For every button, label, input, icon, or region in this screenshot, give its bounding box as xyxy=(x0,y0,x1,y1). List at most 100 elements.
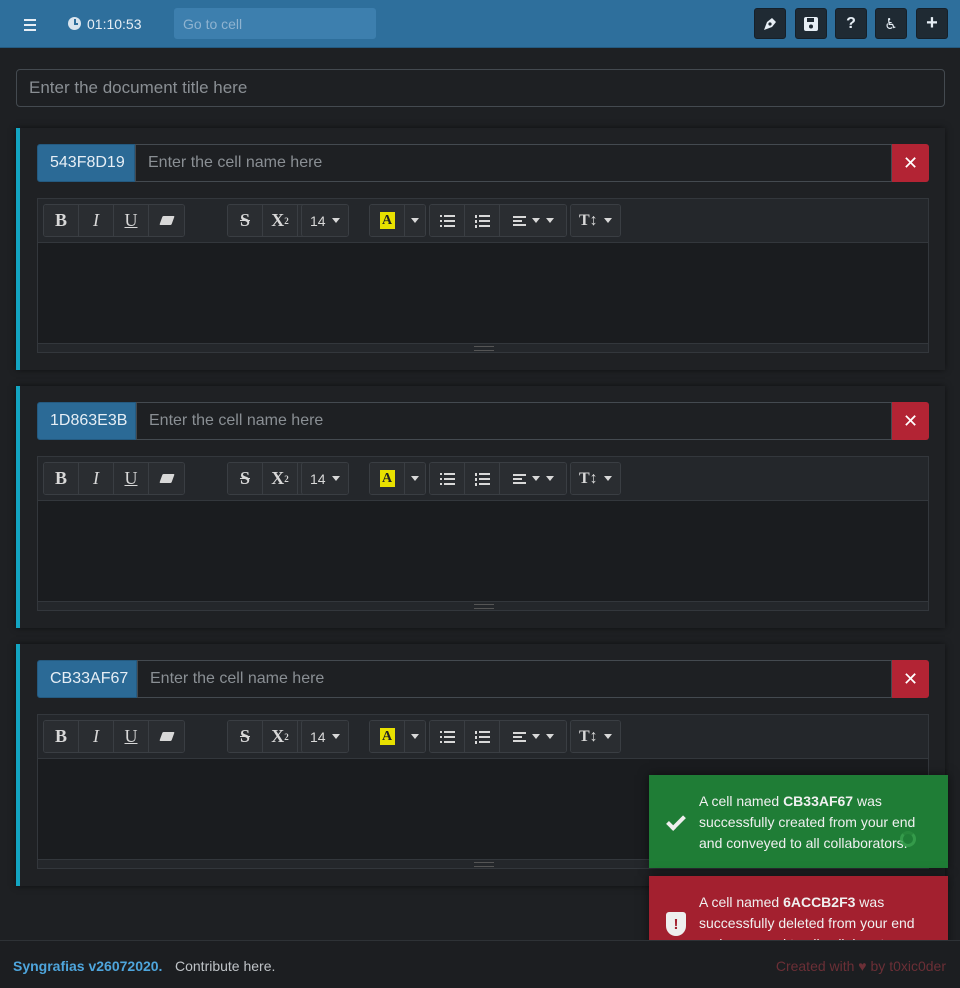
loading-spinner-icon xyxy=(900,831,916,847)
bullet-list-button[interactable] xyxy=(430,721,465,752)
pen-nib-icon xyxy=(764,17,776,30)
editor-toolbar: B I U S X2 X2 14 A xyxy=(38,715,928,759)
editor-toolbar: B I U S X2 X2 14 A xyxy=(38,457,928,501)
font-size-dropdown[interactable]: 14 xyxy=(301,462,349,495)
editor-resize-handle[interactable] xyxy=(38,601,928,610)
toast-cell-id: CB33AF67 xyxy=(783,793,854,809)
help-icon: ? xyxy=(846,14,856,32)
numbered-list-button[interactable] xyxy=(465,463,500,494)
line-height-select[interactable]: T↕ xyxy=(571,463,620,494)
align-dropdown[interactable] xyxy=(500,205,566,236)
add-cell-button[interactable]: + xyxy=(916,8,948,39)
cell-name-input[interactable] xyxy=(135,144,892,182)
strikethrough-button[interactable]: S xyxy=(228,721,263,752)
success-toast[interactable]: A cell named CB33AF67 was successfully c… xyxy=(649,775,948,868)
highlight-icon: A xyxy=(379,728,395,745)
bold-button[interactable]: B xyxy=(44,463,79,494)
list-group xyxy=(429,204,567,237)
bullet-list-button[interactable] xyxy=(430,463,465,494)
document-title-input[interactable] xyxy=(16,69,945,107)
caret-down-icon xyxy=(331,218,340,223)
hamburger-menu-icon[interactable] xyxy=(18,14,42,34)
superscript-button[interactable]: X2 xyxy=(263,205,298,236)
bullet-list-icon xyxy=(439,214,455,227)
clear-format-button[interactable] xyxy=(149,463,184,494)
superscript-button[interactable]: X2 xyxy=(263,721,298,752)
font-size-select[interactable]: 14 xyxy=(302,205,348,236)
font-size-dropdown[interactable]: 14 xyxy=(301,204,349,237)
align-left-icon xyxy=(512,473,526,484)
editor-content-area[interactable] xyxy=(38,243,928,343)
editor-resize-handle[interactable] xyxy=(38,343,928,352)
clear-format-button[interactable] xyxy=(149,721,184,752)
align-left-icon xyxy=(512,215,526,226)
brand-version-link[interactable]: Syngrafias v26072020. xyxy=(13,958,162,974)
delete-cell-button[interactable]: ✕ xyxy=(892,660,929,698)
cell-name-input[interactable] xyxy=(137,660,892,698)
line-height-dropdown[interactable]: T↕ xyxy=(570,720,621,753)
help-button[interactable]: ? xyxy=(835,8,867,39)
caret-down-icon xyxy=(603,476,612,481)
plus-icon: + xyxy=(926,12,938,34)
caret-down-icon xyxy=(531,218,540,223)
highlight-button[interactable]: A xyxy=(370,463,405,494)
underline-button[interactable]: U xyxy=(114,205,149,236)
numbered-list-button[interactable] xyxy=(465,205,500,236)
caret-down-icon xyxy=(411,734,419,739)
delete-cell-button[interactable]: ✕ xyxy=(892,402,929,440)
italic-button[interactable]: I xyxy=(79,205,114,236)
strikethrough-button[interactable]: S xyxy=(228,205,263,236)
italic-button[interactable]: I xyxy=(79,721,114,752)
color-group: A xyxy=(369,720,426,753)
bold-button[interactable]: B xyxy=(44,721,79,752)
format-group: B I U xyxy=(43,720,185,753)
italic-button[interactable]: I xyxy=(79,463,114,494)
color-group: A xyxy=(369,204,426,237)
strikethrough-button[interactable]: S xyxy=(228,463,263,494)
save-button[interactable] xyxy=(795,8,827,39)
numbered-list-button[interactable] xyxy=(465,721,500,752)
superscript-button[interactable]: X2 xyxy=(263,463,298,494)
cell-header: 543F8D19 ✕ xyxy=(37,144,929,182)
caret-down-icon xyxy=(545,734,554,739)
font-size-select[interactable]: 14 xyxy=(302,721,348,752)
delete-cell-button[interactable]: ✕ xyxy=(892,144,929,182)
caret-down-icon xyxy=(545,476,554,481)
bold-button[interactable]: B xyxy=(44,205,79,236)
cell-id-badge: 1D863E3B xyxy=(37,402,136,440)
cell-id-badge: CB33AF67 xyxy=(37,660,137,698)
eraser-icon xyxy=(158,216,175,225)
font-size-select[interactable]: 14 xyxy=(302,463,348,494)
highlight-button[interactable]: A xyxy=(370,205,405,236)
shield-alert-icon: ! xyxy=(663,911,689,937)
align-dropdown[interactable] xyxy=(500,721,566,752)
font-size-dropdown[interactable]: 14 xyxy=(301,720,349,753)
line-height-select[interactable]: T↕ xyxy=(571,205,620,236)
line-height-dropdown[interactable]: T↕ xyxy=(570,462,621,495)
clear-format-button[interactable] xyxy=(149,205,184,236)
contribute-link[interactable]: Contribute here. xyxy=(175,958,275,974)
footer: Syngrafias v26072020. Contribute here. C… xyxy=(0,940,960,988)
goto-cell-input[interactable] xyxy=(174,8,376,39)
highlight-dropdown[interactable] xyxy=(405,463,425,494)
color-group: A xyxy=(369,462,426,495)
write-button[interactable] xyxy=(754,8,786,39)
session-timer: 01:10:53 xyxy=(87,16,142,32)
line-height-icon: T↕ xyxy=(579,727,598,745)
eraser-icon xyxy=(158,474,175,483)
bullet-list-button[interactable] xyxy=(430,205,465,236)
cell-name-input[interactable] xyxy=(136,402,892,440)
align-dropdown[interactable] xyxy=(500,463,566,494)
editor-content-area[interactable] xyxy=(38,501,928,601)
highlight-dropdown[interactable] xyxy=(405,721,425,752)
line-height-select[interactable]: T↕ xyxy=(571,721,620,752)
accessibility-button[interactable]: ♿ xyxy=(875,8,907,39)
save-icon xyxy=(804,16,818,31)
underline-button[interactable]: U xyxy=(114,463,149,494)
highlight-button[interactable]: A xyxy=(370,721,405,752)
underline-button[interactable]: U xyxy=(114,721,149,752)
highlight-dropdown[interactable] xyxy=(405,205,425,236)
line-height-dropdown[interactable]: T↕ xyxy=(570,204,621,237)
rich-text-editor: B I U S X2 X2 14 A xyxy=(37,456,929,611)
format-group: B I U xyxy=(43,462,185,495)
